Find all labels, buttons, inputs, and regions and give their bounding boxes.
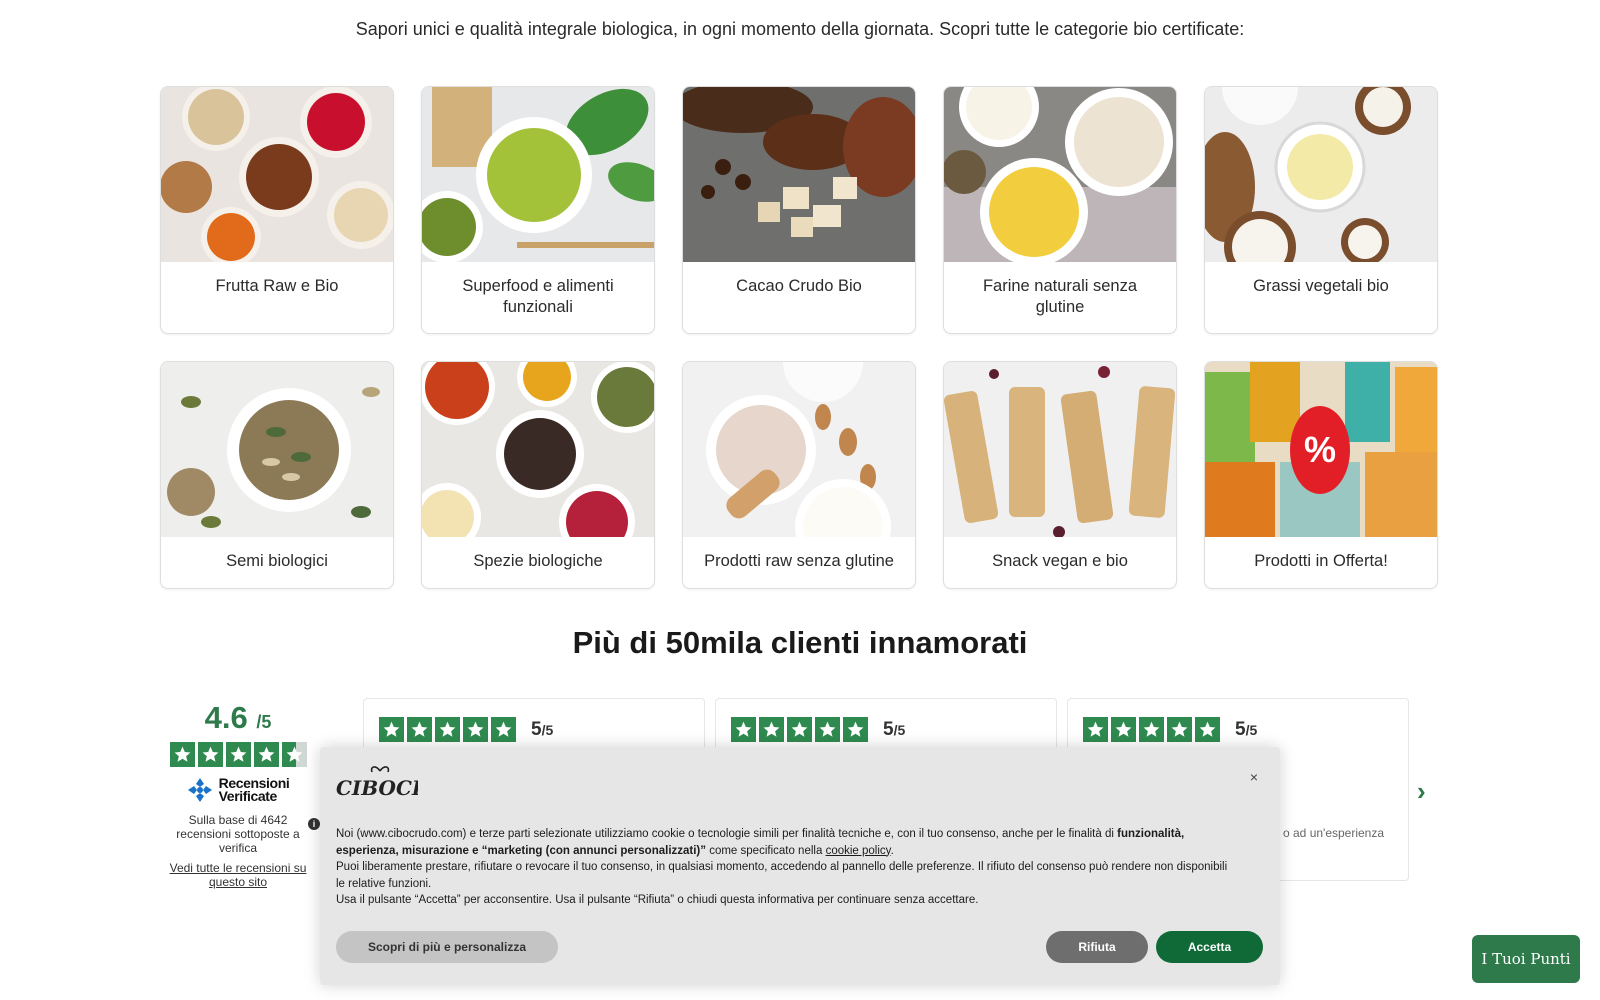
category-label: Farine naturali senza glutine: [982, 277, 1138, 316]
review-rating: 5/5: [379, 717, 553, 742]
categories-subtitle: Sapori unici e qualità integrale biologi…: [355, 19, 1245, 39]
cookie-policy-link[interactable]: cookie policy: [826, 845, 891, 857]
info-icon[interactable]: i: [308, 818, 320, 830]
svg-text:CIBOCRUDO: CIBOCRUDO: [336, 776, 418, 799]
star-icon: [197, 742, 223, 767]
granola-bars-image: [944, 362, 1176, 537]
star-icon: [1167, 717, 1192, 742]
flours-image: [944, 87, 1176, 262]
reviews-title: Più di 50mila clienti innamorati: [572, 625, 1028, 660]
star-icon: [1139, 717, 1164, 742]
star-icon: [759, 717, 784, 742]
cookie-paragraph-3: Usa il pulsante “Accetta” per acconsenti…: [336, 894, 979, 906]
cibocrudo-logo: CIBOCRUDO: [336, 763, 481, 804]
review-score: 5/5: [883, 718, 906, 740]
star-icon: [731, 717, 756, 742]
category-label: Prodotti raw senza glutine: [704, 552, 894, 570]
category-label: Cacao Crudo Bio: [736, 277, 862, 295]
accept-button[interactable]: Accetta: [1156, 931, 1263, 963]
category-card-farine[interactable]: Farine naturali senza glutine: [943, 86, 1177, 334]
star-icon: [435, 717, 460, 742]
verified-reviews-icon: [187, 778, 212, 802]
star-icon: [463, 717, 488, 742]
star-icon: [815, 717, 840, 742]
cookie-paragraph-2: Puoi liberamente prestare, rifiutare o r…: [336, 861, 1228, 890]
star-icon: [379, 717, 404, 742]
category-grid: Frutta Raw e Bio Superfood e alimenti fu…: [160, 86, 1440, 589]
rating-summary: 4.6 /5 Recensioni Verificate Sulla base …: [163, 700, 313, 889]
carousel-next-arrow-icon[interactable]: ›: [1417, 776, 1426, 807]
cookie-paragraph-1: Noi (www.cibocrudo.com) e terze parti se…: [336, 828, 1185, 857]
category-label: Superfood e alimenti funzionali: [462, 277, 614, 316]
star-icon: [407, 717, 432, 742]
customize-button[interactable]: Scopri di più e personalizza: [336, 931, 558, 963]
category-label: Spezie biologiche: [473, 552, 603, 570]
section-heading-cut: [0, 0, 1600, 10]
star-icon: [1083, 717, 1108, 742]
nuts-dried-fruit-image: [161, 87, 393, 262]
category-label: Semi biologici: [226, 552, 328, 570]
spices-image: [422, 362, 654, 537]
reject-button[interactable]: Rifiuta: [1046, 931, 1148, 963]
close-icon[interactable]: ×: [1250, 769, 1258, 785]
almond-flour-image: [683, 362, 915, 537]
category-card-superfood[interactable]: Superfood e alimenti funzionali: [421, 86, 655, 334]
category-card-semi[interactable]: Semi biologici: [160, 361, 394, 589]
verified-label: Recensioni Verificate: [218, 775, 290, 804]
seeds-image: [161, 362, 393, 537]
review-rating: 5/5: [731, 717, 905, 742]
star-icon: [225, 742, 251, 767]
offer-packages-image: %: [1205, 362, 1437, 537]
loyalty-points-button[interactable]: I Tuoi Punti: [1472, 935, 1580, 983]
star-icon: [169, 742, 195, 767]
rating-stars: [163, 742, 313, 767]
category-label: Snack vegan e bio: [992, 552, 1128, 570]
category-card-prodotti-raw[interactable]: Prodotti raw senza glutine: [682, 361, 916, 589]
category-card-frutta[interactable]: Frutta Raw e Bio: [160, 86, 394, 334]
category-card-spezie[interactable]: Spezie biologiche: [421, 361, 655, 589]
coconut-oil-image: [1205, 87, 1437, 262]
all-reviews-link[interactable]: Vedi tutte le recensioni su questo sito: [163, 861, 313, 889]
review-snippet: o ad un'esperienza: [1283, 826, 1385, 840]
review-score: 5/5: [1235, 718, 1258, 740]
rating-value: 4.6 /5: [204, 700, 272, 735]
cookie-banner: CIBOCRUDO × Noi (www.cibocrudo.com) e te…: [320, 747, 1280, 985]
star-icon: [1195, 717, 1220, 742]
svg-text:%: %: [1304, 429, 1336, 470]
star-icon: [253, 742, 279, 767]
cacao-image: [683, 87, 915, 262]
star-icon: [843, 717, 868, 742]
review-score: 5/5: [531, 718, 554, 740]
star-icon: [491, 717, 516, 742]
category-label: Grassi vegetali bio: [1253, 277, 1389, 295]
review-rating: 5/5: [1083, 717, 1257, 742]
category-card-offerta[interactable]: % Prodotti in Offerta!: [1204, 361, 1438, 589]
category-card-grassi[interactable]: Grassi vegetali bio: [1204, 86, 1438, 334]
star-icon: [787, 717, 812, 742]
matcha-image: [422, 87, 654, 262]
reviews-count-text: Sulla base di 4642 recensioni sottoposte…: [176, 813, 300, 855]
star-icon: [1111, 717, 1136, 742]
category-card-snack[interactable]: Snack vegan e bio: [943, 361, 1177, 589]
cookie-text: Noi (www.cibocrudo.com) e terze parti se…: [336, 826, 1236, 909]
category-card-cacao[interactable]: Cacao Crudo Bio: [682, 86, 916, 334]
half-star-icon: [281, 742, 307, 767]
category-label: Frutta Raw e Bio: [215, 277, 339, 295]
category-label: Prodotti in Offerta!: [1254, 552, 1388, 570]
verified-badge: Recensioni Verificate: [163, 775, 313, 804]
